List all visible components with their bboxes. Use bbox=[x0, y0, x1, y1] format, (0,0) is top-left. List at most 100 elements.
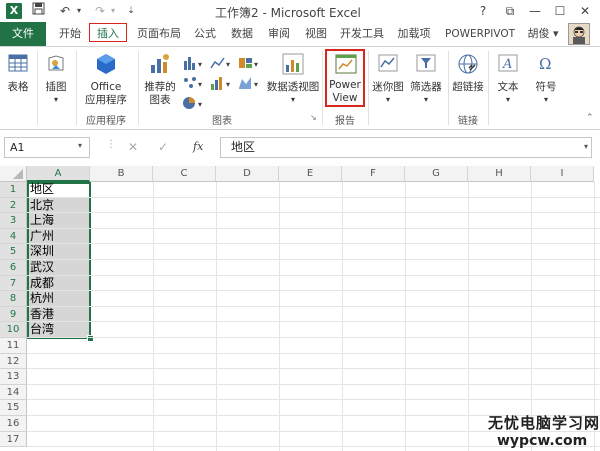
expand-formula-bar-icon[interactable]: ▾ bbox=[584, 142, 588, 151]
row-header[interactable]: 1 bbox=[0, 182, 27, 198]
bar-chart-icon[interactable]: ▾ bbox=[182, 75, 208, 91]
power-view-label-line1: Power bbox=[329, 79, 361, 91]
area-chart-icon[interactable]: ▾ bbox=[210, 75, 236, 91]
waterfall-chart-icon[interactable]: ▾ bbox=[238, 75, 264, 91]
minimize-icon[interactable]: — bbox=[522, 1, 548, 21]
row-header[interactable]: 4 bbox=[0, 228, 27, 245]
pivotchart-button[interactable]: 数据透视图 ▾ bbox=[264, 51, 322, 107]
row-header[interactable]: 9 bbox=[0, 306, 27, 323]
column-header-c[interactable]: C bbox=[153, 166, 216, 182]
column-header-b[interactable]: B bbox=[90, 166, 153, 182]
ribbon-display-options-icon[interactable]: ⧉ bbox=[497, 1, 523, 21]
row-header[interactable]: 10 bbox=[0, 322, 27, 338]
redo-icon[interactable]: ↷ bbox=[92, 2, 108, 20]
help-icon[interactable]: ? bbox=[470, 1, 496, 21]
formula-input[interactable]: 地区 bbox=[220, 137, 592, 158]
ribbon: 表格 插图 ▾ Office 应用程序 应用程序 推荐的 图表 ▾ ▾ ▾ ▾ … bbox=[0, 47, 600, 130]
recommended-charts-button[interactable]: 推荐的 图表 bbox=[140, 51, 180, 107]
hierarchy-chart-icon[interactable]: ▾ bbox=[238, 55, 264, 71]
tab-insert[interactable]: 插入 bbox=[89, 23, 127, 42]
illustrations-button[interactable]: 插图 ▾ bbox=[40, 51, 72, 107]
power-view-button[interactable]: Power View bbox=[325, 49, 365, 107]
cancel-icon[interactable]: ✕ bbox=[128, 140, 138, 154]
column-header-i[interactable]: I bbox=[531, 166, 594, 182]
tab-review[interactable]: 审阅 bbox=[262, 22, 296, 46]
select-all-button[interactable] bbox=[0, 166, 27, 182]
office-apps-button[interactable]: Office 应用程序 bbox=[78, 51, 134, 107]
cell-a7[interactable]: 成都 bbox=[28, 276, 90, 292]
tab-add-ins[interactable]: 加载项 bbox=[393, 22, 435, 46]
svg-text:▾: ▾ bbox=[226, 60, 230, 69]
grid-row bbox=[27, 229, 600, 245]
row-header[interactable]: 16 bbox=[0, 416, 27, 432]
cell-a8[interactable]: 杭州 bbox=[28, 291, 90, 307]
collapse-ribbon-icon[interactable]: ⌃ bbox=[586, 113, 594, 123]
row-header[interactable]: 15 bbox=[0, 400, 27, 416]
row-header[interactable]: 13 bbox=[0, 369, 27, 385]
tab-data[interactable]: 数据 bbox=[225, 22, 259, 46]
redo-dropdown-icon[interactable]: ▾ bbox=[108, 2, 118, 20]
cell-a5[interactable]: 深圳 bbox=[28, 244, 90, 260]
power-view-label-line2: View bbox=[332, 92, 358, 104]
undo-icon[interactable]: ↶ bbox=[56, 2, 74, 20]
tab-developer[interactable]: 开发工具 bbox=[336, 22, 388, 46]
formula-bar-grip-icon[interactable]: ⋮ bbox=[106, 139, 116, 150]
tab-formulas[interactable]: 公式 bbox=[188, 22, 222, 46]
cell-a3[interactable]: 上海 bbox=[28, 213, 90, 229]
close-icon[interactable]: ✕ bbox=[572, 1, 598, 21]
tab-home[interactable]: 开始 bbox=[52, 22, 88, 46]
row-header[interactable]: 7 bbox=[0, 275, 27, 292]
chevron-down-icon: ▾ bbox=[290, 95, 295, 104]
avatar[interactable] bbox=[568, 23, 590, 45]
svg-text:▾: ▾ bbox=[198, 100, 202, 109]
text-button[interactable]: A 文本 ▾ bbox=[490, 51, 526, 107]
cell-a1[interactable]: 地区 bbox=[28, 182, 90, 198]
excel-logo-icon[interactable]: X bbox=[6, 3, 22, 19]
chevron-down-icon: ▾ bbox=[505, 95, 510, 104]
pie-chart-icon[interactable]: ▾ bbox=[182, 95, 208, 111]
row-header[interactable]: 2 bbox=[0, 197, 27, 214]
column-header-f[interactable]: F bbox=[342, 166, 405, 182]
undo-dropdown-icon[interactable]: ▾ bbox=[74, 2, 84, 20]
filters-button[interactable]: 筛选器 ▾ bbox=[406, 51, 446, 107]
column-header-h[interactable]: H bbox=[468, 166, 531, 182]
row-header[interactable]: 3 bbox=[0, 213, 27, 229]
tab-view[interactable]: 视图 bbox=[299, 22, 333, 46]
tab-page-layout[interactable]: 页面布局 bbox=[131, 22, 187, 46]
line-chart-icon[interactable]: ▾ bbox=[210, 55, 236, 71]
cell-a10[interactable]: 台湾 bbox=[28, 322, 90, 338]
symbols-button[interactable]: Ω 符号 ▾ bbox=[528, 51, 564, 107]
tab-file[interactable]: 文件 bbox=[0, 22, 46, 46]
cell-a4[interactable]: 广州 bbox=[28, 229, 90, 245]
tables-button[interactable]: 表格 bbox=[2, 51, 34, 107]
row-header[interactable]: 5 bbox=[0, 244, 27, 260]
row-header[interactable]: 17 bbox=[0, 431, 27, 448]
row-header[interactable]: 12 bbox=[0, 353, 27, 370]
dialog-launcher-icon[interactable]: ↘ bbox=[310, 113, 317, 122]
group-label-charts: 图表 bbox=[212, 116, 232, 127]
name-box-dropdown-icon[interactable]: ▾ bbox=[78, 141, 82, 150]
column-chart-icon[interactable]: ▾ bbox=[182, 55, 208, 71]
tab-powerpivot[interactable]: POWERPIVOT bbox=[440, 22, 520, 46]
maximize-icon[interactable]: ☐ bbox=[547, 1, 573, 21]
grid-row bbox=[27, 338, 600, 354]
cell-a9[interactable]: 香港 bbox=[28, 307, 90, 323]
row-header[interactable]: 14 bbox=[0, 384, 27, 401]
cell-a6[interactable]: 武汉 bbox=[28, 260, 90, 276]
enter-icon[interactable]: ✓ bbox=[158, 140, 168, 154]
save-icon[interactable] bbox=[30, 2, 46, 20]
column-header-d[interactable]: D bbox=[216, 166, 279, 182]
customize-qat-icon[interactable]: ⇣ bbox=[124, 2, 138, 20]
row-header[interactable]: 8 bbox=[0, 291, 27, 307]
hyperlink-button[interactable]: 超链接 bbox=[450, 51, 486, 107]
cell-a2[interactable]: 北京 bbox=[28, 198, 90, 214]
row-header[interactable]: 6 bbox=[0, 260, 27, 276]
sparklines-button[interactable]: 迷你图 ▾ bbox=[370, 51, 406, 107]
column-header-e[interactable]: E bbox=[279, 166, 342, 182]
column-header-g[interactable]: G bbox=[405, 166, 468, 182]
column-header-a[interactable]: A bbox=[27, 166, 90, 182]
chart-type-buttons: ▾ ▾ ▾ ▾ ▾ ▾ ▾ bbox=[182, 55, 262, 111]
row-header[interactable]: 11 bbox=[0, 338, 27, 354]
insert-function-icon[interactable]: fx bbox=[193, 140, 203, 153]
user-name[interactable]: 胡俊 ▾ bbox=[523, 22, 563, 46]
